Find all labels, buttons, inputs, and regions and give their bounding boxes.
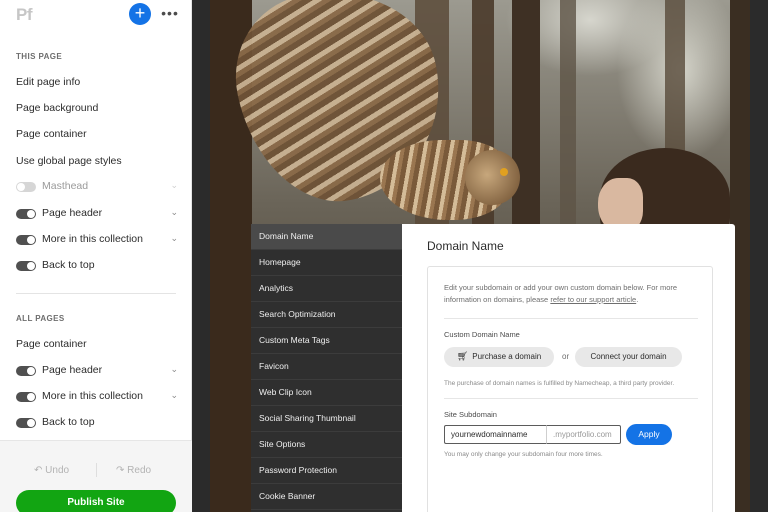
subdomain-input[interactable]: yournewdomainname (444, 425, 546, 444)
masthead-label: Masthead (42, 180, 89, 192)
cart-icon: 🛒︎ (456, 351, 469, 361)
chevron-down-icon[interactable]: ⌄ (170, 180, 178, 191)
nav-favicon[interactable]: Favicon (251, 354, 402, 380)
more-in-collection-toggle[interactable] (16, 235, 36, 245)
chevron-down-icon[interactable]: ⌄ (170, 364, 178, 375)
global-page-styles-link[interactable]: Use global page styles (16, 155, 122, 167)
nav-cookie-banner[interactable]: Cookie Banner (251, 484, 402, 510)
publish-site-button[interactable]: Publish Site (16, 490, 176, 512)
domain-card: Edit your subdomain or add your own cust… (427, 266, 713, 512)
this-page-heading: THIS PAGE (16, 52, 63, 61)
masthead-row[interactable]: Masthead ⌄ (16, 180, 178, 194)
all-page-header-toggle[interactable] (16, 366, 36, 376)
back-to-top-toggle[interactable] (16, 261, 36, 271)
all-back-to-top-row[interactable]: Back to top (16, 416, 178, 430)
undo-button[interactable]: ↶ Undo (34, 465, 69, 476)
subdomain-change-note: You may only change your subdomain four … (444, 451, 603, 458)
section-divider (16, 293, 176, 294)
page-background-link[interactable]: Page background (16, 102, 98, 114)
owl-eye (500, 168, 508, 176)
more-in-collection-label: More in this collection (42, 233, 143, 245)
nav-web-clip-icon[interactable]: Web Clip Icon (251, 380, 402, 406)
owl-head (465, 150, 520, 205)
support-article-link[interactable]: refer to our support article (550, 295, 636, 304)
connect-domain-button[interactable]: Connect your domain (575, 347, 682, 367)
masthead-toggle[interactable] (16, 182, 36, 192)
page-header-toggle[interactable] (16, 209, 36, 219)
redo-label: Redo (127, 465, 152, 476)
back-to-top-label: Back to top (42, 259, 95, 271)
chevron-down-icon[interactable]: ⌄ (170, 233, 178, 244)
nav-site-options[interactable]: Site Options (251, 432, 402, 458)
redo-button[interactable]: ↷ Redo (116, 465, 151, 476)
card-divider (444, 398, 698, 399)
nav-analytics[interactable]: Analytics (251, 276, 402, 302)
chevron-down-icon[interactable]: ⌄ (170, 390, 178, 401)
page-header-row[interactable]: Page header ⌄ (16, 207, 178, 221)
all-more-in-collection-row[interactable]: More in this collection ⌄ (16, 390, 178, 404)
all-pages-heading: ALL PAGES (16, 314, 65, 323)
nav-domain-name[interactable]: Domain Name (251, 224, 402, 250)
bottom-bar: ↶ Undo ↷ Redo Publish Site (0, 440, 192, 512)
domain-settings-panel: Domain Name Edit your subdomain or add y… (402, 224, 735, 512)
page-header-label: Page header (42, 207, 103, 219)
domain-description: Edit your subdomain or add your own cust… (444, 283, 678, 304)
back-to-top-row[interactable]: Back to top (16, 259, 178, 273)
all-pages-container-link[interactable]: Page container (16, 338, 87, 350)
custom-domain-label: Custom Domain Name (444, 330, 520, 339)
redo-icon: ↷ (116, 465, 125, 476)
undo-redo-divider (96, 463, 97, 477)
panel-title: Domain Name (427, 239, 504, 253)
all-page-header-label: Page header (42, 364, 103, 376)
purchase-domain-label: Purchase a domain (472, 352, 542, 361)
nav-custom-meta-tags[interactable]: Custom Meta Tags (251, 328, 402, 354)
all-back-to-top-label: Back to top (42, 416, 95, 428)
nav-homepage[interactable]: Homepage (251, 250, 402, 276)
subdomain-suffix: .myportfolio.com (546, 425, 621, 444)
portfolio-logo: Pf (16, 5, 33, 24)
or-text: or (562, 352, 570, 361)
nav-password-protection[interactable]: Password Protection (251, 458, 402, 484)
site-subdomain-label: Site Subdomain (444, 410, 497, 419)
purchase-domain-button[interactable]: 🛒︎ Purchase a domain (444, 347, 554, 367)
nav-search-optimization[interactable]: Search Optimization (251, 302, 402, 328)
chevron-down-icon[interactable]: ⌄ (170, 207, 178, 218)
add-button[interactable]: + (129, 3, 151, 25)
left-panel: Pf + ••• THIS PAGE Edit page info Page b… (0, 0, 192, 512)
nav-social-sharing-thumbnail[interactable]: Social Sharing Thumbnail (251, 406, 402, 432)
all-more-in-collection-toggle[interactable] (16, 392, 36, 402)
all-back-to-top-toggle[interactable] (16, 418, 36, 428)
more-options-button[interactable]: ••• (160, 4, 180, 24)
page-container-link[interactable]: Page container (16, 128, 87, 140)
card-divider (444, 318, 698, 319)
apply-button[interactable]: Apply (626, 424, 672, 445)
settings-nav: Domain Name Homepage Analytics Search Op… (251, 224, 402, 512)
undo-label: Undo (45, 465, 70, 476)
edit-page-info-link[interactable]: Edit page info (16, 76, 80, 88)
namecheap-note: The purchase of domain names is fulfille… (444, 380, 675, 387)
all-page-header-row[interactable]: Page header ⌄ (16, 364, 178, 378)
more-in-collection-row[interactable]: More in this collection ⌄ (16, 233, 178, 247)
undo-icon: ↶ (34, 465, 43, 476)
all-more-in-collection-label: More in this collection (42, 390, 143, 402)
